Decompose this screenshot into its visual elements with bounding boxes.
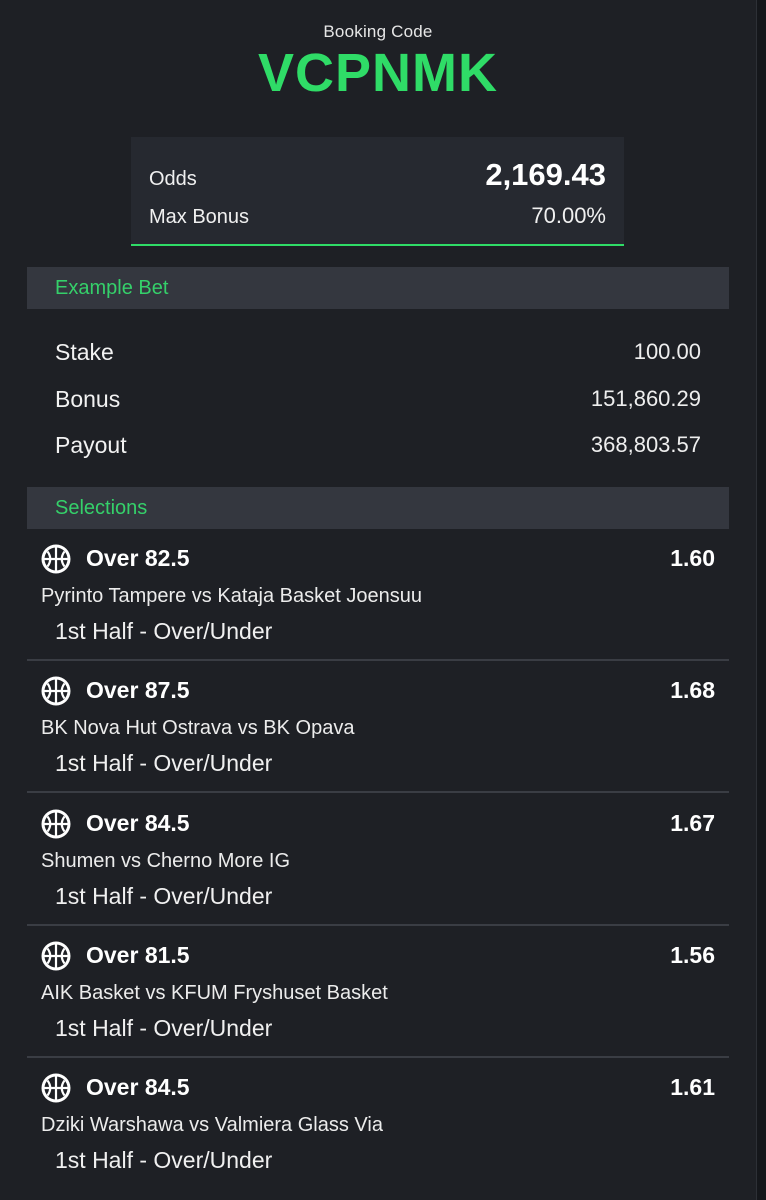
selection-odds: 1.67: [670, 810, 715, 836]
example-bet-header: Example Bet: [27, 267, 729, 309]
selection-market: 1st Half - Over/Under: [55, 618, 273, 644]
booking-code-label: Booking Code: [323, 22, 433, 41]
selection-pick: Over 81.5: [86, 942, 190, 968]
selection-market: 1st Half - Over/Under: [55, 1147, 273, 1173]
right-edge-strip: [756, 0, 766, 1200]
right-edge-divider: [756, 0, 757, 1200]
booking-header: Booking Code VCPNMK: [0, 22, 756, 102]
bonus-row: Bonus 151,860.29: [55, 386, 701, 413]
selection-odds: 1.61: [670, 1074, 715, 1100]
selection-item[interactable]: Over 81.5 1.56 AIK Basket vs KFUM Fryshu…: [27, 926, 729, 1058]
payout-label: Payout: [55, 432, 127, 458]
selection-pick: Over 84.5: [86, 1074, 190, 1100]
selection-match: AIK Basket vs KFUM Fryshuset Basket: [41, 982, 388, 1004]
max-bonus-row: Max Bonus 70.00%: [149, 203, 606, 229]
odds-row: Odds 2,169.43: [149, 157, 606, 193]
bonus-label: Bonus: [55, 386, 121, 412]
basketball-icon: [41, 676, 71, 706]
odds-value: 2,169.43: [485, 157, 606, 192]
selection-odds: 1.56: [670, 942, 715, 968]
selection-item[interactable]: Over 82.5 1.60 Pyrinto Tampere vs Kataja…: [27, 529, 729, 661]
selection-match: Shumen vs Cherno More IG: [41, 850, 290, 872]
selection-pick: Over 82.5: [86, 545, 190, 571]
stake-value: 100.00: [633, 339, 701, 364]
basketball-icon: [41, 1073, 71, 1103]
selection-item[interactable]: Over 84.5 1.67 Shumen vs Cherno More IG …: [27, 794, 729, 926]
stake-row: Stake 100.00: [55, 339, 701, 366]
basketball-icon: [41, 941, 71, 971]
selection-market: 1st Half - Over/Under: [55, 883, 273, 909]
selection-pick: Over 84.5: [86, 810, 190, 836]
max-bonus-value: 70.00%: [531, 203, 606, 228]
odds-label: Odds: [149, 168, 197, 190]
payout-row: Payout 368,803.57: [55, 432, 701, 459]
selection-match: Pyrinto Tampere vs Kataja Basket Joensuu: [41, 585, 422, 607]
selection-match: Dziki Warshawa vs Valmiera Glass Via: [41, 1114, 383, 1136]
selection-market: 1st Half - Over/Under: [55, 1015, 273, 1041]
selections-header: Selections: [27, 487, 729, 529]
odds-summary-card: Odds 2,169.43 Max Bonus 70.00%: [131, 137, 624, 246]
selection-item[interactable]: Over 87.5 1.68 BK Nova Hut Ostrava vs BK…: [27, 661, 729, 793]
selection-odds: 1.68: [670, 677, 715, 703]
booking-code[interactable]: VCPNMK: [0, 44, 756, 102]
selections-heading: Selections: [55, 496, 148, 519]
selection-match: BK Nova Hut Ostrava vs BK Opava: [41, 717, 355, 739]
selection-odds: 1.60: [670, 545, 715, 571]
selection-pick: Over 87.5: [86, 677, 190, 703]
max-bonus-label: Max Bonus: [149, 206, 250, 228]
stake-label: Stake: [55, 339, 114, 365]
payout-value: 368,803.57: [590, 432, 701, 457]
basketball-icon: [41, 809, 71, 839]
selection-market: 1st Half - Over/Under: [55, 750, 273, 776]
bonus-value: 151,860.29: [590, 386, 701, 411]
selection-item[interactable]: Over 84.5 1.61 Dziki Warshawa vs Valmier…: [27, 1058, 729, 1200]
example-bet-heading: Example Bet: [55, 276, 169, 299]
basketball-icon: [41, 544, 71, 574]
